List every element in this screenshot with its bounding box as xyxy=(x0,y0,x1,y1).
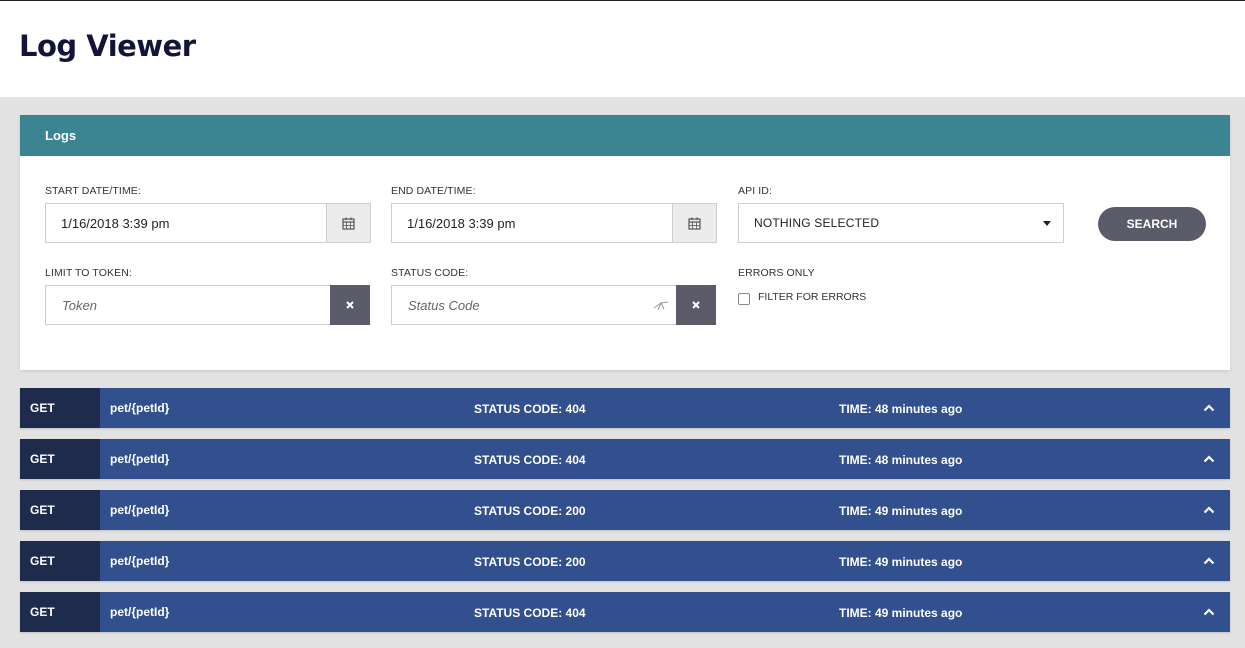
end-date-label: END DATE/TIME: xyxy=(391,185,476,197)
log-row[interactable]: GET pet/{petId} STATUS CODE: 200 TIME: 4… xyxy=(20,541,1230,581)
end-date-value: 1/16/2018 3:39 pm xyxy=(407,215,516,231)
log-time: TIME: 49 minutes ago xyxy=(839,555,963,569)
close-icon xyxy=(346,301,354,309)
log-time: TIME: 49 minutes ago xyxy=(839,606,963,620)
log-method: GET xyxy=(20,490,100,530)
log-method: GET xyxy=(20,592,100,632)
log-row[interactable]: GET pet/{petId} STATUS CODE: 200 TIME: 4… xyxy=(20,490,1230,530)
chevron-up-icon[interactable] xyxy=(1202,605,1216,619)
api-id-selected: NOTHING SELECTED xyxy=(754,216,880,230)
end-date-input[interactable]: 1/16/2018 3:39 pm xyxy=(391,203,717,243)
log-status: STATUS CODE: 200 xyxy=(474,504,586,518)
log-time: TIME: 48 minutes ago xyxy=(839,402,963,416)
logs-panel: Logs START DATE/TIME: 1/16/2018 3:39 pm … xyxy=(20,115,1230,370)
log-path: pet/{petId} xyxy=(110,503,170,517)
page-title: Log Viewer xyxy=(19,29,196,63)
start-date-label: START DATE/TIME: xyxy=(45,185,141,197)
token-label: LIMIT TO TOKEN: xyxy=(45,267,132,279)
chevron-up-icon[interactable] xyxy=(1202,401,1216,415)
status-code-clear-button[interactable] xyxy=(676,285,716,325)
log-path: pet/{petId} xyxy=(110,452,170,466)
close-icon xyxy=(692,301,700,309)
start-date-input[interactable]: 1/16/2018 3:39 pm xyxy=(45,203,371,243)
log-row[interactable]: GET pet/{petId} STATUS CODE: 404 TIME: 4… xyxy=(20,439,1230,479)
log-status: STATUS CODE: 404 xyxy=(474,453,586,467)
log-status: STATUS CODE: 404 xyxy=(474,606,586,620)
log-method: GET xyxy=(20,388,100,428)
token-placeholder: Token xyxy=(62,297,97,313)
log-path: pet/{petId} xyxy=(110,605,170,619)
calendar-icon xyxy=(342,217,355,230)
token-clear-button[interactable] xyxy=(330,285,370,325)
log-path: pet/{petId} xyxy=(110,554,170,568)
chevron-up-icon[interactable] xyxy=(1202,503,1216,517)
log-path: pet/{petId} xyxy=(110,401,170,415)
calendar-icon xyxy=(688,217,701,230)
log-row[interactable]: GET pet/{petId} STATUS CODE: 404 TIME: 4… xyxy=(20,592,1230,632)
status-code-input[interactable]: Status Code xyxy=(391,285,677,325)
log-method: GET xyxy=(20,439,100,479)
chevron-up-icon[interactable] xyxy=(1202,554,1216,568)
log-time: TIME: 49 minutes ago xyxy=(839,504,963,518)
log-method: GET xyxy=(20,541,100,581)
filter-errors-label[interactable]: FILTER FOR ERRORS xyxy=(758,291,866,303)
log-status: STATUS CODE: 200 xyxy=(474,555,586,569)
panel-header: Logs xyxy=(20,115,1230,156)
top-bar: Log Viewer xyxy=(0,0,1245,97)
api-id-label: API ID: xyxy=(738,185,772,197)
start-date-value: 1/16/2018 3:39 pm xyxy=(61,215,170,231)
token-input[interactable]: Token xyxy=(45,285,331,325)
autofill-icon xyxy=(653,301,669,311)
status-code-placeholder: Status Code xyxy=(408,297,480,313)
errors-only-label: ERRORS ONLY xyxy=(738,267,815,279)
log-row[interactable]: GET pet/{petId} STATUS CODE: 404 TIME: 4… xyxy=(20,388,1230,428)
start-date-calendar-button[interactable] xyxy=(326,204,370,242)
search-button[interactable]: SEARCH xyxy=(1098,207,1206,241)
log-time: TIME: 48 minutes ago xyxy=(839,453,963,467)
end-date-calendar-button[interactable] xyxy=(672,204,716,242)
filter-errors-checkbox[interactable] xyxy=(738,293,750,305)
log-status: STATUS CODE: 404 xyxy=(474,402,586,416)
api-id-select[interactable]: NOTHING SELECTED xyxy=(738,203,1064,243)
status-code-label: STATUS CODE: xyxy=(391,267,469,279)
caret-down-icon xyxy=(1043,220,1051,226)
chevron-up-icon[interactable] xyxy=(1202,452,1216,466)
